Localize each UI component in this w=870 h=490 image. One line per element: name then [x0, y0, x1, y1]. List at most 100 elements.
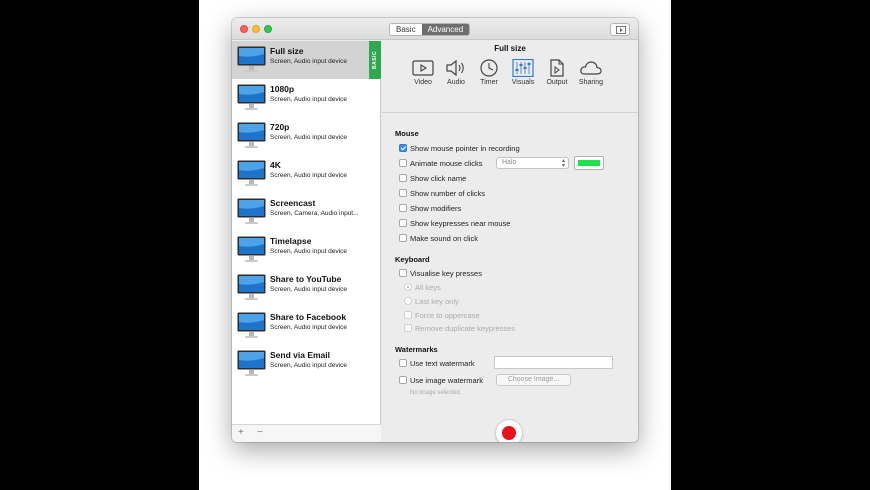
- checkbox[interactable]: [399, 219, 407, 228]
- minimize-window-button[interactable]: [252, 25, 260, 33]
- monitor-icon: [237, 160, 266, 186]
- sliders-icon: [512, 59, 534, 77]
- sidebar-footer: + −: [232, 424, 381, 442]
- show-modifiers-checkbox[interactable]: Show modifiers: [399, 204, 461, 214]
- checkbox[interactable]: [399, 189, 407, 198]
- animate-clicks-checkbox[interactable]: Animate mouse clicks: [399, 159, 483, 169]
- click-color-well[interactable]: [574, 156, 604, 170]
- monitor-icon: [237, 312, 266, 338]
- checkbox[interactable]: [399, 376, 407, 385]
- tab-timer[interactable]: Timer: [471, 59, 507, 95]
- monitor-icon: [237, 350, 266, 376]
- tab-label: Output: [546, 79, 568, 86]
- tab-label: Audio: [447, 79, 465, 86]
- watermark-text-input[interactable]: [494, 356, 613, 369]
- preset-description: Screen, Audio input device: [270, 172, 347, 179]
- preset-name: 720p: [270, 122, 290, 132]
- preset-name: Share to Facebook: [270, 312, 347, 322]
- preset-name: Screencast: [270, 198, 316, 208]
- preset-send-via-email[interactable]: Send via Email Screen, Audio input devic…: [232, 345, 381, 383]
- checkbox[interactable]: [399, 174, 407, 183]
- preset-1080p[interactable]: 1080p Screen, Audio input device: [232, 79, 381, 117]
- keyboard-heading: Keyboard: [395, 255, 430, 264]
- preset-sidebar: Full size Screen, Audio input device BAS…: [232, 41, 381, 442]
- add-preset-button[interactable]: +: [238, 427, 244, 438]
- preset-share-to-youtube[interactable]: Share to YouTube Screen, Audio input dev…: [232, 269, 381, 307]
- app-window: Basic Advanced Full size Screen, Audio i…: [232, 18, 638, 442]
- preset-description: Screen, Audio input device: [270, 324, 347, 331]
- monitor-icon: [237, 274, 266, 300]
- record-icon: [502, 426, 516, 440]
- checkbox[interactable]: [399, 204, 407, 213]
- preset-name: Timelapse: [270, 236, 312, 246]
- image-watermark-checkbox[interactable]: Use image watermark: [399, 376, 483, 386]
- all-keys-radio[interactable]: All keys: [404, 283, 441, 293]
- remove-duplicates-checkbox[interactable]: Remove duplicate keypresses: [404, 324, 515, 334]
- preset-description: Screen, Audio input device: [270, 248, 347, 255]
- mode-segmented-control: Basic Advanced: [389, 23, 471, 36]
- page-title: Full size: [494, 44, 526, 53]
- remove-preset-button[interactable]: −: [257, 427, 263, 438]
- cloud-icon: [580, 61, 602, 75]
- tab-output[interactable]: Output: [539, 59, 575, 95]
- preset-description: Screen, Camera, Audio input...: [270, 210, 359, 217]
- checkbox[interactable]: [399, 234, 407, 243]
- monitor-icon: [237, 46, 266, 72]
- choose-image-button[interactable]: Choose Image...: [496, 374, 571, 386]
- record-button[interactable]: [495, 419, 523, 442]
- show-pointer-checkbox[interactable]: Show mouse pointer in recording: [399, 144, 520, 154]
- tab-label: Timer: [480, 79, 498, 86]
- zoom-window-button[interactable]: [264, 25, 272, 33]
- basic-mode-button[interactable]: Basic: [390, 24, 422, 35]
- checkbox[interactable]: [404, 324, 412, 333]
- tab-audio[interactable]: Audio: [438, 59, 474, 95]
- preset-full-size[interactable]: Full size Screen, Audio input device BAS…: [232, 41, 381, 79]
- tab-sharing[interactable]: Sharing: [573, 59, 609, 95]
- clock-icon: [480, 59, 498, 77]
- preset-screencast[interactable]: Screencast Screen, Camera, Audio input..…: [232, 193, 381, 231]
- tab-video[interactable]: Video: [405, 59, 441, 95]
- monitor-icon: [237, 122, 266, 148]
- advanced-mode-button[interactable]: Advanced: [421, 24, 470, 35]
- updown-chevron-icon: ▴ ▾: [561, 158, 565, 169]
- last-key-only-radio[interactable]: Last key only: [404, 297, 459, 307]
- close-window-button[interactable]: [240, 25, 248, 33]
- preset-720p[interactable]: 720p Screen, Audio input device: [232, 117, 381, 155]
- toolbar-divider: [382, 112, 638, 113]
- preset-timelapse[interactable]: Timelapse Screen, Audio input device: [232, 231, 381, 269]
- monitor-icon: [237, 236, 266, 262]
- preview-button[interactable]: [610, 23, 630, 36]
- no-image-label: No image selected.: [410, 390, 462, 396]
- watermarks-heading: Watermarks: [395, 345, 438, 354]
- preset-name: 4K: [270, 160, 281, 170]
- radio-selected[interactable]: [404, 283, 412, 292]
- visualise-keypresses-checkbox[interactable]: Visualise key presses: [399, 269, 482, 279]
- color-swatch: [578, 160, 600, 166]
- tab-label: Visuals: [511, 79, 535, 86]
- show-keypresses-checkbox[interactable]: Show keypresses near mouse: [399, 219, 510, 229]
- radio[interactable]: [404, 297, 412, 306]
- preset-4k[interactable]: 4K Screen, Audio input device: [232, 155, 381, 193]
- text-watermark-checkbox[interactable]: Use text watermark: [399, 359, 475, 369]
- show-click-name-checkbox[interactable]: Show click name: [399, 174, 466, 184]
- preset-name: Full size: [270, 46, 304, 56]
- show-number-of-clicks-checkbox[interactable]: Show number of clicks: [399, 189, 485, 199]
- tab-visuals[interactable]: Visuals: [505, 59, 541, 95]
- checkbox[interactable]: [399, 159, 407, 168]
- preset-name: 1080p: [270, 84, 295, 94]
- preset-description: Screen, Audio input device: [270, 286, 347, 293]
- video-icon: [412, 60, 434, 76]
- tab-label: Sharing: [578, 79, 604, 86]
- checkbox-checked[interactable]: [399, 144, 407, 153]
- checkbox[interactable]: [399, 269, 407, 278]
- monitor-icon: [237, 198, 266, 224]
- select-value: Halo: [502, 159, 517, 166]
- animation-style-select[interactable]: Halo ▴ ▾: [496, 157, 569, 169]
- preset-name: Send via Email: [270, 350, 330, 360]
- checkbox[interactable]: [404, 311, 412, 320]
- preset-description: Screen, Audio input device: [270, 362, 347, 369]
- checkbox[interactable]: [399, 359, 407, 368]
- force-uppercase-checkbox[interactable]: Force to uppercase: [404, 311, 480, 321]
- preset-share-to-facebook[interactable]: Share to Facebook Screen, Audio input de…: [232, 307, 381, 345]
- make-sound-checkbox[interactable]: Make sound on click: [399, 234, 478, 244]
